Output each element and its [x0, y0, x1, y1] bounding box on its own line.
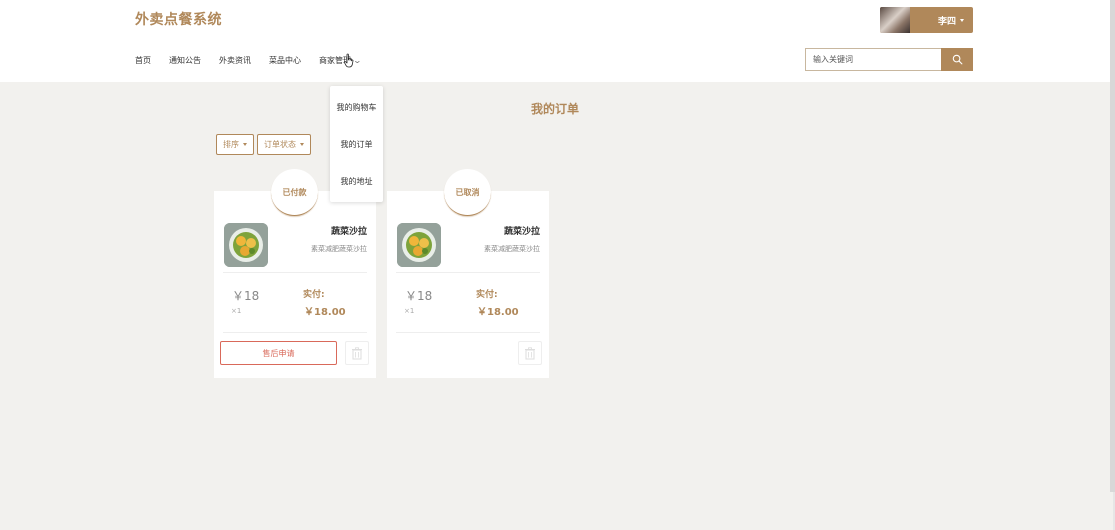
search-icon [952, 54, 962, 65]
hand-cursor-icon [343, 53, 354, 68]
quantity: ×1 [404, 307, 415, 315]
paid-amount: ￥18.00 [304, 307, 346, 318]
order-status-dropdown[interactable]: 订单状态 [257, 134, 311, 155]
nav-item-dishes[interactable]: 菜品中心 [269, 55, 301, 66]
merchant-dropdown-menu: 我的购物车 我的订单 我的地址 [330, 86, 383, 202]
unit-price: ￥18 [232, 289, 260, 303]
delete-order-button[interactable] [345, 341, 369, 365]
search-button[interactable] [941, 48, 973, 71]
sort-label: 排序 [223, 140, 239, 149]
food-image[interactable] [397, 223, 441, 267]
unit-price: ￥18 [405, 289, 433, 303]
order-filters: 排序 订单状态 [216, 134, 314, 155]
sort-dropdown[interactable]: 排序 [216, 134, 254, 155]
order-card: 已取消 蔬菜沙拉 素菜减肥蔬菜沙拉 ￥18 ×1 实付: ￥18.00 [387, 169, 549, 378]
caret-down-icon [243, 143, 247, 146]
order-card: 已付款 蔬菜沙拉 素菜减肥蔬菜沙拉 ￥18 ×1 实付: ￥18.00 售后申请 [214, 169, 376, 378]
trash-icon [352, 346, 362, 359]
menu-item-my-address[interactable]: 我的地址 [330, 176, 383, 187]
order-status-badge: 已付款 [271, 169, 318, 216]
user-menu-button[interactable]: 李四 [880, 7, 973, 33]
after-sale-button[interactable]: 售后申请 [220, 341, 337, 365]
divider [396, 272, 540, 273]
food-name: 蔬菜沙拉 [330, 227, 367, 237]
menu-item-my-orders[interactable]: 我的订单 [330, 139, 383, 150]
top-header: 外卖点餐系统 李四 首页 通知公告 外卖资讯 菜品中心 商家管理 ⌄ [0, 0, 1115, 82]
order-status-label: 订单状态 [264, 140, 296, 149]
trash-icon [525, 346, 535, 359]
app-logo[interactable]: 外卖点餐系统 [135, 9, 222, 29]
delete-order-button[interactable] [518, 341, 542, 365]
nav-item-home[interactable]: 首页 [135, 55, 151, 66]
vertical-scrollbar[interactable] [1110, 0, 1115, 492]
avatar [880, 7, 910, 33]
paid-label: 实付: [476, 290, 498, 300]
divider [223, 332, 367, 333]
caret-down-icon [960, 18, 965, 22]
quantity: ×1 [231, 307, 242, 315]
nav-item-notices[interactable]: 通知公告 [169, 55, 201, 66]
paid-label: 实付: [303, 290, 325, 300]
divider [396, 332, 540, 333]
search-bar [805, 48, 973, 71]
caret-down-icon [300, 143, 304, 146]
food-image[interactable] [224, 223, 268, 267]
divider [223, 272, 367, 273]
page-title: 我的订单 [530, 102, 579, 116]
menu-item-cart[interactable]: 我的购物车 [330, 102, 383, 113]
user-name: 李四 [938, 16, 957, 27]
food-description: 素菜减肥蔬菜沙拉 [484, 245, 540, 253]
food-description: 素菜减肥蔬菜沙拉 [311, 245, 367, 253]
search-input[interactable] [805, 48, 941, 71]
order-status-badge: 已取消 [444, 169, 491, 216]
paid-amount: ￥18.00 [477, 307, 519, 318]
food-name: 蔬菜沙拉 [503, 227, 540, 237]
nav-item-news[interactable]: 外卖资讯 [219, 55, 251, 66]
